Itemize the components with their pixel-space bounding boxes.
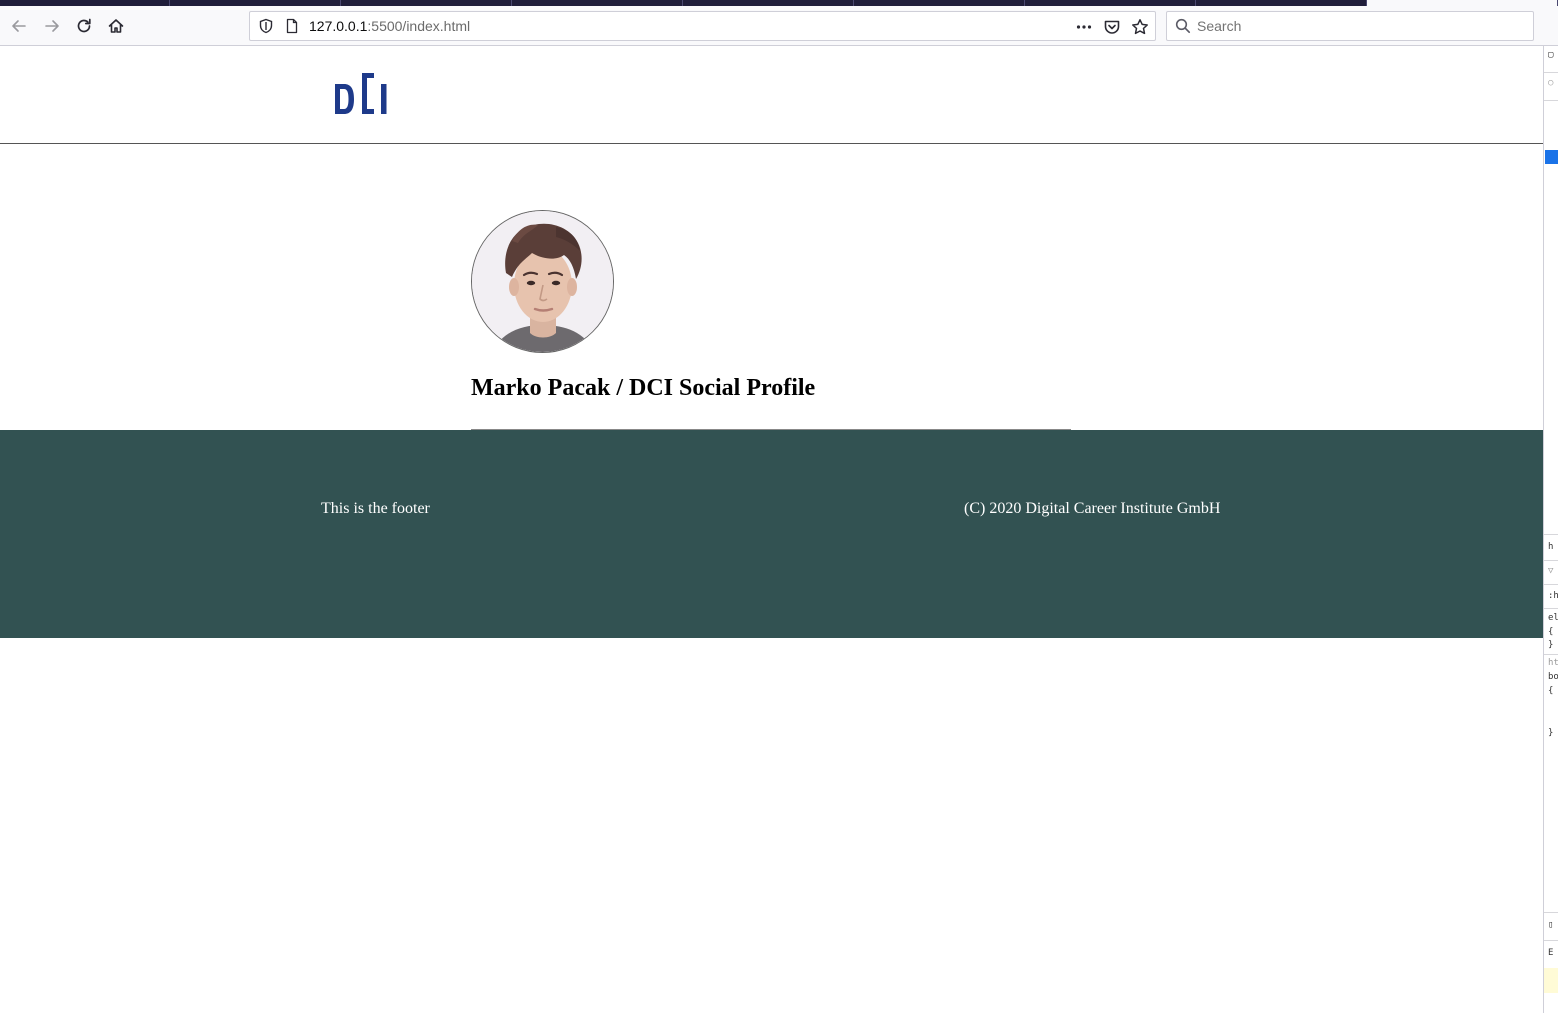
back-arrow-icon (12, 20, 26, 32)
devtools-line: :h (1548, 591, 1558, 601)
search-bar[interactable] (1166, 11, 1534, 41)
footer-text: This is the footer (321, 500, 430, 517)
search-icon (1175, 18, 1191, 34)
devtools-divider (1544, 72, 1558, 73)
devtools-panel[interactable]: ▢ ○ h ▽ :h el { } ht bo { } ▯ E (1543, 46, 1558, 1013)
devtools-line: E (1548, 948, 1554, 958)
page-actions-button[interactable] (1074, 17, 1094, 37)
devtools-divider (1544, 584, 1558, 585)
forward-arrow-icon (45, 20, 59, 32)
search-input[interactable] (1197, 16, 1517, 36)
devtools-line: ht (1548, 658, 1558, 668)
url-text[interactable]: 127.0.0.1:5500/index.html (309, 18, 470, 34)
back-button[interactable] (5, 12, 33, 40)
dci-logo[interactable] (332, 67, 392, 117)
url-path: :5500/index.html (367, 18, 471, 34)
devtools-line: bo (1548, 672, 1558, 682)
pocket-icon (1104, 20, 1120, 34)
url-bar[interactable]: 127.0.0.1:5500/index.html (249, 11, 1156, 41)
home-icon (108, 19, 124, 33)
devtools-icon[interactable]: ▯ (1548, 920, 1553, 930)
devtools-line: } (1548, 640, 1554, 650)
star-icon (1132, 19, 1148, 35)
devtools-divider (1544, 560, 1558, 561)
devtools-line: h (1548, 542, 1554, 552)
devtools-search-icon[interactable]: ○ (1548, 78, 1553, 88)
devtools-icon[interactable]: ▢ (1548, 50, 1553, 60)
avatar-portrait (472, 211, 613, 352)
devtools-selected-node[interactable] (1545, 150, 1558, 164)
tracking-shield-icon[interactable] (258, 18, 274, 34)
forward-button[interactable] (38, 12, 66, 40)
devtools-filter-icon[interactable]: ▽ (1548, 566, 1553, 576)
home-button[interactable] (102, 12, 130, 40)
reload-button[interactable] (70, 12, 98, 40)
url-host: 127.0.0.1 (309, 18, 368, 34)
devtools-line: } (1548, 728, 1554, 738)
profile-avatar (471, 210, 614, 353)
devtools-divider (1544, 534, 1558, 535)
web-page: Marko Pacak / DCI Social Profile This is… (0, 47, 1543, 1013)
devtools-divider (1544, 100, 1558, 101)
devtools-line: el (1548, 613, 1558, 623)
bookmark-button[interactable] (1130, 17, 1150, 37)
more-dots-icon (1076, 25, 1092, 29)
pocket-button[interactable] (1102, 17, 1122, 37)
footer-copyright: (C) 2020 Digital Career Institute GmbH (964, 500, 1221, 517)
page-info-icon[interactable] (284, 18, 300, 34)
devtools-divider (1544, 940, 1558, 941)
devtools-divider (1544, 912, 1558, 913)
reload-icon (77, 18, 91, 33)
devtools-divider (1544, 608, 1558, 609)
devtools-line: { (1548, 627, 1554, 637)
site-footer: This is the footer (C) 2020 Digital Care… (0, 430, 1543, 638)
devtools-divider (1544, 654, 1558, 655)
site-header (0, 47, 1543, 144)
browser-toolbar: 127.0.0.1:5500/index.html (0, 6, 1558, 46)
devtools-line: { (1548, 686, 1554, 696)
profile-title: Marko Pacak / DCI Social Profile (471, 375, 816, 401)
devtools-highlight (1544, 968, 1558, 993)
